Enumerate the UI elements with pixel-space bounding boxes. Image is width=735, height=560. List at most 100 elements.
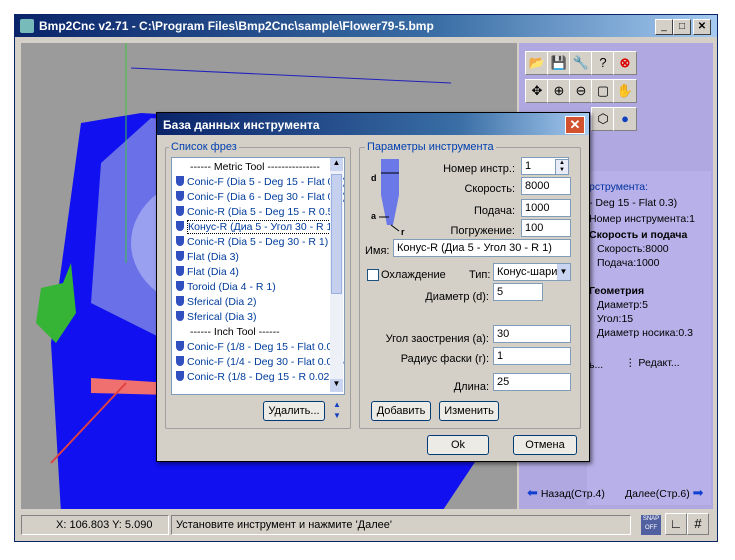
scroll-up-icon[interactable]: ▲: [330, 158, 343, 171]
tool-icon[interactable]: 🔧: [569, 51, 593, 75]
list-item[interactable]: Conic-R (Dia 5 - Deg 15 - R 0.5): [172, 205, 337, 220]
scroll-thumb[interactable]: [331, 174, 342, 294]
list-item-label: Sferical (Dia 3): [187, 311, 257, 323]
tool-list[interactable]: ------ Metric Tool --------------- Conic…: [171, 157, 345, 395]
diameter-field[interactable]: 5: [493, 283, 543, 301]
section-title: рструмента:: [589, 181, 649, 193]
list-item[interactable]: ------ Metric Tool ---------------: [172, 160, 330, 175]
dialog-title-bar: База данных инструмента ✕: [157, 113, 589, 135]
list-item[interactable]: Conic-F (1/8 - Deg 15 - Flat 0.01): [172, 340, 342, 355]
corner-icon[interactable]: ∟: [665, 513, 687, 535]
list-item-label: Conic-F (1/8 - Deg 15 - Flat 0.01): [187, 341, 342, 353]
next-link[interactable]: Далее(Стр.6) ➡: [625, 485, 704, 501]
diagram-label-a: a: [371, 211, 377, 221]
list-item[interactable]: Sferical (Dia 3): [172, 310, 330, 325]
plunge-field[interactable]: 100: [521, 219, 571, 237]
open-icon[interactable]: 📂: [525, 51, 549, 75]
arrow-right-icon: ➡: [692, 485, 704, 500]
list-item-selected[interactable]: Конус-R (Диа 5 - Угол 30 - R 1): [172, 220, 337, 235]
status-message: Установите инструмент и нажмите 'Далее': [171, 515, 631, 535]
length-field[interactable]: 25: [493, 373, 571, 391]
list-item-label: Flat (Dia 3): [187, 251, 239, 263]
tool-icon: [176, 356, 184, 366]
chevron-down-icon[interactable]: ▼: [557, 264, 570, 280]
params-group-label: Параметры инструмента: [365, 141, 496, 153]
edit-label: Редакт...: [638, 357, 680, 369]
list-item[interactable]: Toroid (Dia 4 - R 1): [172, 280, 330, 295]
tool-icon: [176, 311, 184, 321]
sphere-icon[interactable]: ●: [613, 107, 637, 131]
tool-icon: [176, 236, 184, 246]
speed-field[interactable]: 8000: [521, 177, 571, 195]
tool-list-group-label: Список фрез: [169, 141, 239, 153]
speed-header: Скорость и подача: [589, 229, 688, 241]
speed-value: Скорость:8000: [597, 243, 669, 255]
feed-field[interactable]: 1000: [521, 199, 571, 217]
help-icon[interactable]: ?: [591, 51, 615, 75]
tool-icon: [176, 371, 184, 381]
exit-icon[interactable]: ⊗: [613, 51, 637, 75]
list-scrollbar[interactable]: ▲ ▼: [330, 158, 343, 392]
window-title: Bmp2Cnc v2.71 - C:\Program Files\Bmp2Cnc…: [39, 19, 434, 33]
list-item-label: Conic-R (Dia 5 - Deg 15 - R 0.5): [187, 206, 337, 218]
list-item[interactable]: Conic-R (Dia 5 - Deg 30 - R 1): [172, 235, 330, 250]
cooling-checkbox[interactable]: [367, 269, 379, 281]
feed-value: Подача:1000: [597, 257, 660, 269]
zoom-out-icon[interactable]: ⊖: [569, 79, 593, 103]
cube-icon[interactable]: ⬡: [591, 107, 615, 131]
angle-field[interactable]: 30: [493, 325, 571, 343]
title-bar: Bmp2Cnc v2.71 - C:\Program Files\Bmp2Cnc…: [15, 15, 717, 37]
tool-database-dialog: База данных инструмента ✕ Список фрез --…: [156, 112, 590, 462]
list-item[interactable]: Conic-R (1/8 - Deg 15 - R 0.025): [172, 370, 339, 385]
list-item[interactable]: Sferical (Dia 2): [172, 295, 330, 310]
ok-button[interactable]: Ok: [427, 435, 489, 455]
add-button[interactable]: Добавить: [371, 401, 431, 421]
cooling-label: Охлаждение: [381, 269, 446, 281]
list-item[interactable]: ------ Inch Tool ------: [172, 325, 330, 340]
close-button[interactable]: ✕: [693, 19, 711, 35]
diagram-label-d: d: [371, 173, 377, 183]
partial-button[interactable]: ь...: [589, 359, 603, 371]
cancel-button[interactable]: Отмена: [513, 435, 577, 455]
tool-icon: [176, 296, 184, 306]
tool-icon: [176, 191, 184, 201]
move-updown-icon[interactable]: ▲ ▼: [331, 399, 343, 421]
list-item-label: Conic-F (Dia 5 - Deg 15 - Flat 0.3): [187, 176, 345, 188]
list-item[interactable]: Conic-F (Dia 6 - Deg 30 - Flat 0.5): [172, 190, 344, 205]
tool-no-spin-icon[interactable]: ▲ ▼: [555, 159, 569, 175]
status-bar: X: 106.803 Y: 5.090 Установите инструмен…: [21, 513, 713, 537]
radius-label: Радиус фаски (r):: [400, 353, 489, 365]
delete-button[interactable]: Удалить...: [263, 401, 325, 421]
zoom-in-icon[interactable]: ⊕: [547, 79, 571, 103]
feed-label: Подача:: [474, 205, 515, 217]
list-item[interactable]: Flat (Dia 4): [172, 265, 330, 280]
zoom-window-icon[interactable]: ▢: [591, 79, 615, 103]
save-icon[interactable]: 💾: [547, 51, 571, 75]
grid-icon[interactable]: #: [687, 513, 709, 535]
list-item-label: Conic-R (Dia 5 - Deg 30 - R 1): [187, 236, 329, 248]
snap-button[interactable]: SNAP OFF: [641, 515, 661, 535]
arrow-left-icon: ⬅: [527, 485, 538, 500]
list-item[interactable]: Conic-F (1/4 - Deg 30 - Flat 0.025: [172, 355, 344, 370]
dialog-close-button[interactable]: ✕: [565, 116, 585, 134]
edit-button[interactable]: Изменить: [439, 401, 499, 421]
radius-field[interactable]: 1: [493, 347, 571, 365]
list-item-label: Conic-F (Dia 6 - Deg 30 - Flat 0.5): [187, 191, 345, 203]
list-item[interactable]: Conic-F (Dia 5 - Deg 15 - Flat 0.3): [172, 175, 344, 190]
app-icon: [20, 19, 34, 33]
tool-icon: [176, 341, 184, 351]
hand-icon[interactable]: ✋: [613, 79, 637, 103]
tool-diagram: [379, 159, 400, 232]
edit-link[interactable]: ⋮ Редакт...: [625, 357, 680, 369]
diameter-value: Диаметр:5: [597, 299, 648, 311]
list-item[interactable]: Flat (Dia 3): [172, 250, 330, 265]
list-item-label: Flat (Dia 4): [187, 266, 239, 278]
pan-icon[interactable]: ✥: [525, 79, 549, 103]
name-field[interactable]: Конус-R (Диа 5 - Угол 30 - R 1): [393, 239, 571, 257]
minimize-button[interactable]: _: [655, 19, 673, 35]
list-item-label: Toroid (Dia 4 - R 1): [187, 281, 276, 293]
back-link[interactable]: ⬅ Назад(Стр.4): [527, 485, 605, 501]
scroll-down-icon[interactable]: ▼: [330, 379, 343, 392]
angle-value: Угол:15: [597, 313, 634, 325]
maximize-button[interactable]: □: [673, 19, 691, 35]
